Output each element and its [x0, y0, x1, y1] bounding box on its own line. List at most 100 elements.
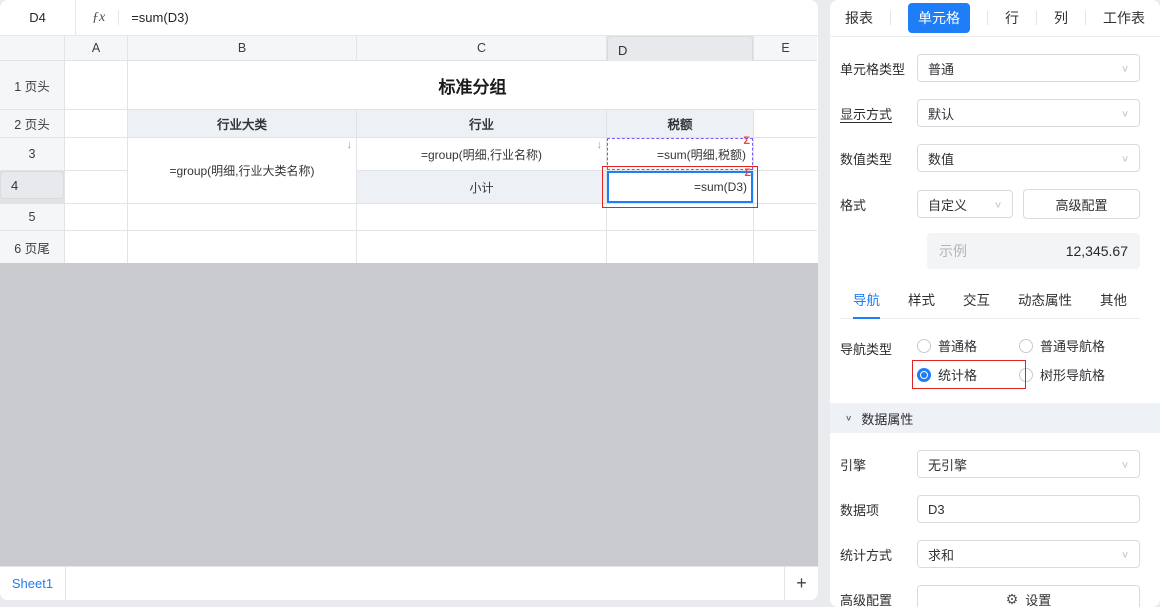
tab-report[interactable]: 报表 — [845, 8, 873, 28]
tab-cell[interactable]: 单元格 — [908, 3, 970, 33]
cell-b5[interactable] — [128, 204, 356, 230]
settings-button-label: 设置 — [1025, 590, 1051, 607]
data-item-input[interactable] — [917, 495, 1140, 523]
sort-down-arrow-icon: ↓ — [597, 140, 603, 151]
nav-type-label: 导航类型 — [840, 339, 917, 358]
value-type-select[interactable]: 数值 ∨ — [917, 144, 1140, 172]
cell-e3[interactable] — [754, 138, 817, 170]
cell-d3[interactable]: =sum(明细,税额) Σ — [607, 138, 753, 170]
subtab-navigation[interactable]: 导航 — [853, 289, 880, 318]
col-header-d[interactable]: D — [607, 36, 753, 64]
radio-tree-nav-cell-label: 树形导航格 — [1040, 365, 1105, 384]
tab-row[interactable]: 行 — [1005, 8, 1019, 28]
cell-a3[interactable] — [65, 138, 127, 170]
col-header-b[interactable]: B — [128, 36, 356, 60]
stat-method-value: 求和 — [928, 545, 954, 564]
subtab-style[interactable]: 样式 — [908, 289, 935, 318]
cell-d2[interactable]: 税额 — [607, 110, 753, 137]
cell-a4[interactable] — [65, 171, 127, 203]
cell-d4-selected[interactable]: =sum(D3) Σ — [607, 171, 753, 203]
row-header-6[interactable]: 6 页尾 — [0, 231, 64, 263]
radio-normal-nav-cell-label: 普通导航格 — [1040, 336, 1105, 355]
radio-normal-cell[interactable]: 普通格 — [917, 336, 1019, 355]
sum-d3-formula: =sum(D3) — [694, 180, 747, 194]
row-header-5[interactable]: 5 — [0, 204, 64, 230]
fx-icon: ƒx — [76, 10, 118, 26]
chevron-down-icon: ∨ — [994, 199, 1002, 209]
data-properties-section-header[interactable]: ∨ 数据属性 — [830, 403, 1160, 433]
cell-c6[interactable] — [357, 231, 606, 263]
value-type-value: 数值 — [928, 149, 954, 168]
cell-b3-merged[interactable]: =group(明细,行业大类名称) ↓ — [128, 138, 356, 203]
row-header-2[interactable]: 2 页头 — [0, 110, 64, 137]
row-header-1[interactable]: 1 页头 — [0, 61, 64, 109]
tab-column[interactable]: 列 — [1054, 8, 1068, 28]
format-advanced-config-button[interactable]: 高级配置 — [1023, 189, 1140, 219]
sub-tabs: 导航 样式 交互 动态属性 其他 — [840, 289, 1140, 319]
radio-normal-nav-cell[interactable]: 普通导航格 — [1019, 336, 1140, 355]
sheet-tab-sheet1[interactable]: Sheet1 — [0, 567, 66, 600]
grid-corner[interactable] — [0, 36, 64, 60]
sample-value: 12,345.67 — [1066, 243, 1128, 259]
cell-title-merged[interactable]: 标准分组 — [128, 61, 817, 109]
row-header-4[interactable]: 4 — [0, 171, 64, 199]
chevron-down-icon: ∨ — [1121, 549, 1129, 559]
display-mode-label: 显示方式 — [840, 104, 917, 123]
cell-e5[interactable] — [754, 204, 817, 230]
chevron-down-icon: ∨ — [1121, 459, 1129, 469]
row-header-3[interactable]: 3 — [0, 138, 64, 170]
stat-method-select[interactable]: 求和 ∨ — [917, 540, 1140, 568]
design-canvas-background — [0, 263, 818, 566]
chevron-down-icon: ∨ — [845, 414, 852, 423]
cell-e4[interactable] — [754, 171, 817, 203]
cell-c5[interactable] — [357, 204, 606, 230]
sigma-icon: Σ — [743, 136, 750, 147]
value-type-label: 数值类型 — [840, 149, 917, 168]
cell-a1[interactable] — [65, 61, 127, 109]
cell-c4[interactable]: 小计 — [357, 171, 606, 203]
engine-value: 无引擎 — [928, 455, 967, 474]
cell-type-select[interactable]: 普通 ∨ — [917, 54, 1140, 82]
tab-divider — [890, 11, 891, 25]
format-select[interactable]: 自定义 ∨ — [917, 190, 1013, 218]
cell-a5[interactable] — [65, 204, 127, 230]
subtab-other[interactable]: 其他 — [1100, 289, 1127, 318]
engine-select[interactable]: 无引擎 ∨ — [917, 450, 1140, 478]
stat-method-label: 统计方式 — [840, 545, 917, 564]
display-mode-value: 默认 — [928, 104, 954, 123]
add-sheet-button[interactable]: + — [784, 567, 818, 600]
radio-stat-cell-selected[interactable]: 统计格 — [917, 365, 1019, 384]
gear-icon: ⚙ — [1006, 591, 1019, 607]
col-header-e[interactable]: E — [754, 36, 817, 60]
tab-worksheet[interactable]: 工作表 — [1103, 8, 1145, 28]
sort-down-arrow-icon: ↓ — [347, 140, 353, 151]
sigma-icon: Σ — [744, 168, 751, 179]
subtab-dynamic-properties[interactable]: 动态属性 — [1018, 289, 1072, 318]
advanced-config-settings-button[interactable]: ⚙ 设置 — [917, 585, 1140, 607]
advanced-config-label: 高级配置 — [840, 590, 917, 607]
data-properties-title: 数据属性 — [861, 409, 913, 428]
radio-icon — [917, 339, 931, 353]
cell-e2[interactable] — [754, 110, 817, 137]
cell-a6[interactable] — [65, 231, 127, 263]
chevron-down-icon: ∨ — [1121, 108, 1129, 118]
col-header-a[interactable]: A — [65, 36, 127, 60]
cell-d5[interactable] — [607, 204, 753, 230]
cell-b2[interactable]: 行业大类 — [128, 110, 356, 137]
cell-c2[interactable]: 行业 — [357, 110, 606, 137]
cell-d6[interactable] — [607, 231, 753, 263]
radio-icon — [1019, 339, 1033, 353]
radio-tree-nav-cell[interactable]: 树形导航格 — [1019, 365, 1140, 384]
cell-reference-box[interactable]: D4 — [0, 0, 76, 35]
col-header-c[interactable]: C — [357, 36, 606, 60]
cell-e6[interactable] — [754, 231, 817, 263]
cell-c3[interactable]: =group(明细,行业名称) ↓ — [357, 138, 606, 170]
sum-detail-formula: =sum(明细,税额) — [657, 146, 746, 163]
cell-b6[interactable] — [128, 231, 356, 263]
cell-a2[interactable] — [65, 110, 127, 137]
format-label: 格式 — [840, 195, 917, 214]
tab-divider — [1036, 11, 1037, 25]
display-mode-select[interactable]: 默认 ∨ — [917, 99, 1140, 127]
formula-input[interactable]: =sum(D3) — [119, 10, 188, 25]
subtab-interaction[interactable]: 交互 — [963, 289, 990, 318]
